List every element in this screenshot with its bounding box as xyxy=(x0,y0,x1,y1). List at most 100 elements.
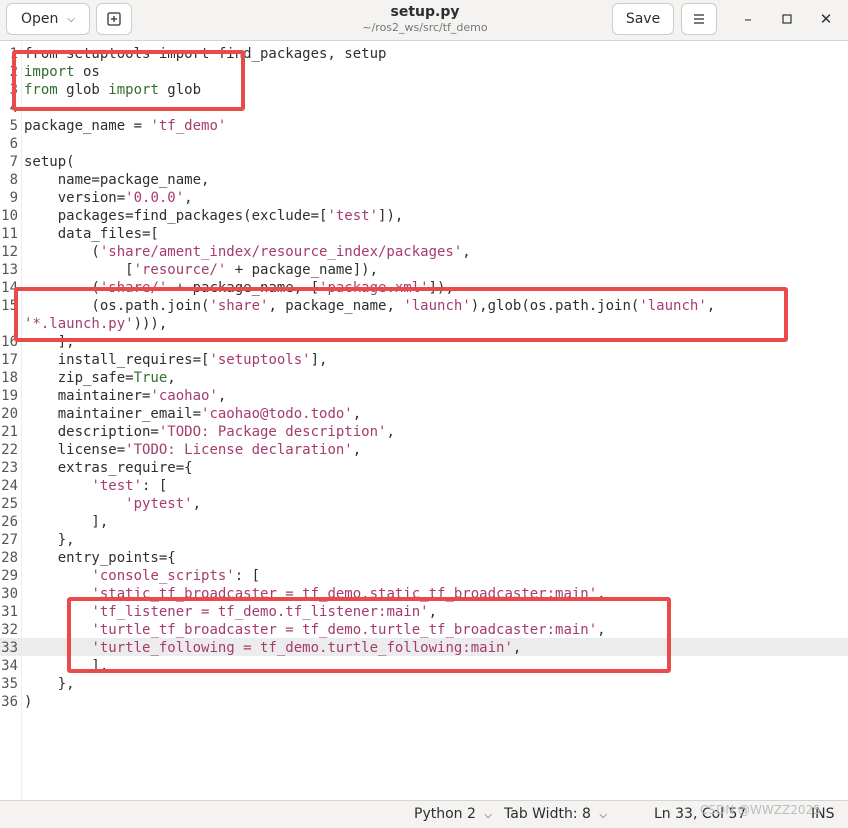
code-line[interactable]: 13 ['resource/' + package_name]), xyxy=(0,261,848,279)
code-text: zip_safe=True, xyxy=(24,369,176,387)
maximize-icon xyxy=(782,14,792,24)
string-token: 'share/ament_index/resource_index/packag… xyxy=(99,244,463,260)
tab-width-selector[interactable]: Tab Width: 8 ⌵ xyxy=(504,806,607,822)
line-number: 31 xyxy=(1,604,18,620)
line-number: 11 xyxy=(1,226,18,242)
code-token: }, xyxy=(24,676,75,692)
code-line[interactable]: 27 }, xyxy=(0,531,848,549)
minimize-icon: – xyxy=(744,10,752,28)
line-number: 22 xyxy=(1,442,18,458)
save-button[interactable]: Save xyxy=(612,3,674,35)
code-token: , xyxy=(217,388,227,404)
code-token: , xyxy=(184,190,193,206)
code-line[interactable]: 18 zip_safe=True, xyxy=(0,369,848,387)
code-text: maintainer_email='caohao@todo.todo', xyxy=(24,405,361,423)
code-token: zip_safe= xyxy=(24,370,134,386)
code-line[interactable]: 26 ], xyxy=(0,513,848,531)
window-subtitle: ~/ros2_ws/src/tf_demo xyxy=(362,21,488,34)
code-token: install_requires=[ xyxy=(24,352,210,368)
maximize-button[interactable] xyxy=(777,9,797,29)
string-token: 'caohao' xyxy=(150,388,218,404)
code-text: setup( xyxy=(24,153,75,171)
open-button[interactable]: Open ⌵ xyxy=(6,3,90,35)
string-token: 'test' xyxy=(327,208,379,224)
line-number: 19 xyxy=(1,388,18,404)
code-line[interactable]: 6 xyxy=(0,135,848,153)
new-tab-button[interactable] xyxy=(96,3,132,35)
code-text: version='0.0.0', xyxy=(24,189,193,207)
language-selector[interactable]: Python 2 ⌵ xyxy=(414,806,492,822)
code-line[interactable]: 23 extras_require={ xyxy=(0,459,848,477)
window-title-area: setup.py ~/ros2_ws/src/tf_demo xyxy=(330,3,520,35)
code-token: ], xyxy=(24,514,109,530)
code-line[interactable]: 10 packages=find_packages(exclude=['test… xyxy=(0,207,848,225)
line-number: 25 xyxy=(1,496,18,512)
line-number: 35 xyxy=(1,676,18,692)
code-token: name=package_name, xyxy=(24,172,210,188)
code-text: 'console_scripts': [ xyxy=(24,567,260,585)
code-token: extras_require={ xyxy=(24,460,193,476)
code-token: package_name = xyxy=(24,118,151,134)
code-text: install_requires=['setuptools'], xyxy=(24,351,328,369)
code-line[interactable]: 21 description='TODO: Package descriptio… xyxy=(0,423,848,441)
keyword-token: True xyxy=(133,370,168,386)
annotation-box-entry-points xyxy=(67,597,671,673)
line-number: 13 xyxy=(1,262,18,278)
code-text: license='TODO: License declaration', xyxy=(24,441,361,459)
code-line[interactable]: 22 license='TODO: License declaration', xyxy=(0,441,848,459)
string-token: 'pytest' xyxy=(125,496,193,512)
menu-button[interactable] xyxy=(681,3,717,35)
string-token: 'setuptools' xyxy=(209,352,311,368)
code-line[interactable]: 5 package_name = 'tf_demo' xyxy=(0,117,848,135)
string-token: 'console_scripts' xyxy=(91,568,235,584)
code-text: entry_points={ xyxy=(24,549,176,567)
line-number: 8 xyxy=(9,172,18,188)
code-text: description='TODO: Package description', xyxy=(24,423,395,441)
line-number: 28 xyxy=(1,550,18,566)
code-token: data_files=[ xyxy=(24,226,159,242)
string-token: 'test' xyxy=(91,478,143,494)
code-line[interactable]: 24 'test': [ xyxy=(0,477,848,495)
code-line[interactable]: 28 entry_points={ xyxy=(0,549,848,567)
code-line[interactable]: 12 ('share/ament_index/resource_index/pa… xyxy=(0,243,848,261)
minimize-button[interactable]: – xyxy=(738,9,758,29)
code-token: version= xyxy=(24,190,126,206)
code-token: + package_name]), xyxy=(226,262,379,278)
code-line[interactable]: 35 }, xyxy=(0,675,848,693)
line-number: 5 xyxy=(9,118,18,134)
code-token: ) xyxy=(24,694,33,710)
code-text: name=package_name, xyxy=(24,171,210,189)
code-text: 'pytest', xyxy=(24,495,201,513)
code-token: ( xyxy=(24,244,100,260)
code-text: 'test': [ xyxy=(24,477,167,495)
code-line[interactable]: 36) xyxy=(0,693,848,711)
code-text: }, xyxy=(24,531,75,549)
code-line[interactable]: 19 maintainer='caohao', xyxy=(0,387,848,405)
line-number: 34 xyxy=(1,658,18,674)
code-text: }, xyxy=(24,675,75,693)
code-line[interactable]: 9 version='0.0.0', xyxy=(0,189,848,207)
window-title: setup.py xyxy=(390,4,460,20)
code-line[interactable]: 25 'pytest', xyxy=(0,495,848,513)
code-text: ) xyxy=(24,693,32,711)
code-editor[interactable]: 1 from setuptools import find_packages, s… xyxy=(0,41,848,800)
code-line[interactable]: 20 maintainer_email='caohao@todo.todo', xyxy=(0,405,848,423)
code-line[interactable]: 17 install_requires=['setuptools'], xyxy=(0,351,848,369)
code-token: ], xyxy=(310,352,328,368)
code-line[interactable]: 8 name=package_name, xyxy=(0,171,848,189)
code-token: , xyxy=(386,424,395,440)
close-window-button[interactable]: ✕ xyxy=(816,9,836,29)
code-token: , xyxy=(462,244,471,260)
code-line[interactable]: 29 'console_scripts': [ xyxy=(0,567,848,585)
chevron-down-icon: ⌵ xyxy=(67,13,75,25)
code-token: , xyxy=(167,370,176,386)
line-number: 26 xyxy=(1,514,18,530)
line-number: 30 xyxy=(1,586,18,602)
code-line[interactable]: 11 data_files=[ xyxy=(0,225,848,243)
annotation-box-imports xyxy=(12,50,245,111)
code-line[interactable]: 7 setup( xyxy=(0,153,848,171)
line-number: 23 xyxy=(1,460,18,476)
code-text: extras_require={ xyxy=(24,459,193,477)
code-token: : [ xyxy=(234,568,261,584)
